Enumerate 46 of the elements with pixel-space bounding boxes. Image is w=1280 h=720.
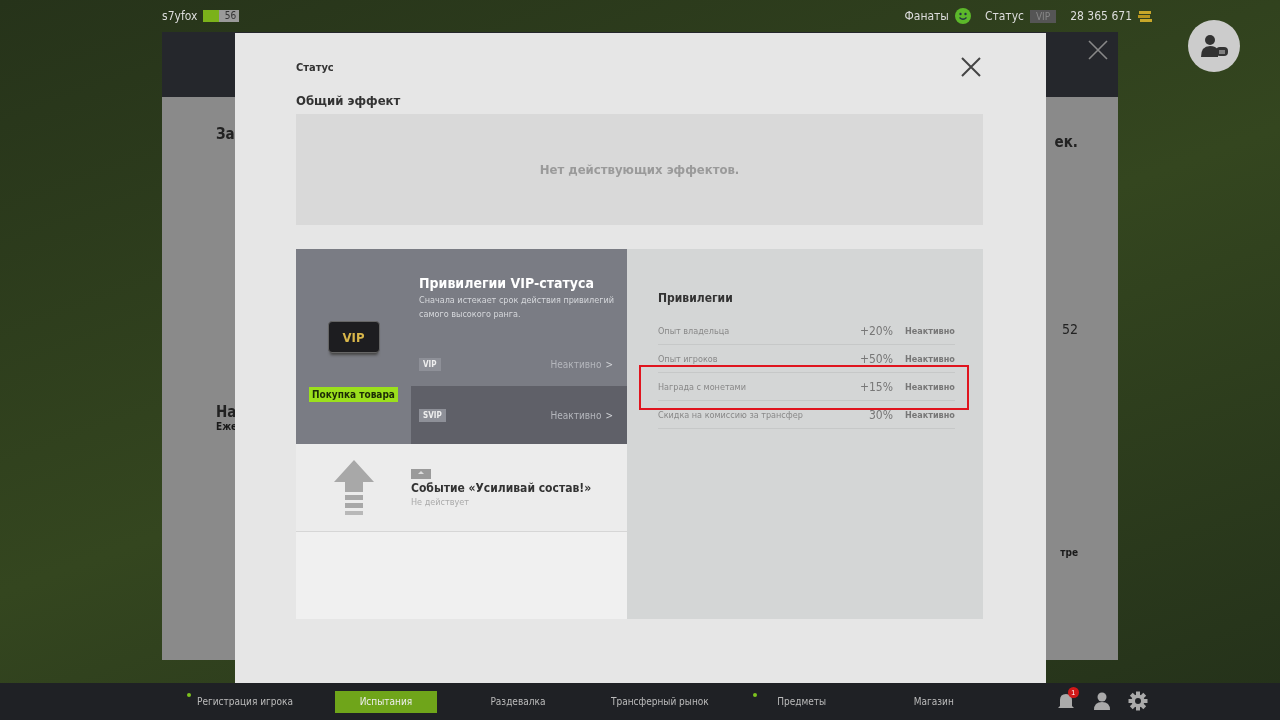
privilege-status: Неактивно <box>905 381 955 392</box>
coin-stack-icon <box>1138 10 1152 22</box>
text-fragment: тре <box>1060 547 1078 558</box>
arrow-tag-icon <box>411 468 431 479</box>
tier-row[interactable]: SVIP Неактивно > <box>411 386 627 444</box>
smiley-icon <box>954 8 971 24</box>
text-fragment: 52 <box>1061 321 1078 337</box>
privilege-value: +20% <box>859 323 893 338</box>
username: s7yfox <box>162 9 198 23</box>
person-chat-icon <box>1199 33 1229 59</box>
purchase-badge: Покупка товара <box>309 387 398 402</box>
privilege-name: Скидка на комиссию за трансфер <box>658 409 804 420</box>
nav-tab[interactable]: Трансферный рынок <box>598 690 721 713</box>
close-button[interactable] <box>1086 38 1110 62</box>
text-fragment: За <box>216 125 235 143</box>
empty-effects-message: Нет действующих эффектов. <box>296 114 983 225</box>
close-button[interactable] <box>959 55 983 79</box>
privilege-name: Награда с монетами <box>658 381 747 392</box>
privileges-title: Привилегии <box>658 291 734 305</box>
event-title: Событие «Усиливай состав!» <box>411 480 592 495</box>
privilege-status: Неактивно <box>905 353 955 364</box>
privilege-value: 30% <box>869 407 893 422</box>
privilege-name: Опыт игроков <box>658 353 719 364</box>
text-fragment: На <box>216 403 237 421</box>
vip-card-icon: VIP <box>327 321 380 353</box>
privilege-value: +15% <box>859 379 893 394</box>
vip-title: Привилегии VIP-статуса <box>419 275 595 291</box>
privilege-name: Опыт владельца <box>658 325 731 336</box>
nav-tab[interactable]: Раздевалка <box>466 690 569 713</box>
level-text: 56 <box>224 10 237 22</box>
coin-count: 28 365 671 <box>1070 9 1132 23</box>
vip-description: Сначала истекает срок действия привилегий самого высокого ранга. <box>419 294 616 321</box>
text-fragment: ек. <box>1054 133 1078 151</box>
fans-label: Фанаты <box>904 9 949 23</box>
privilege-value: +50% <box>859 351 893 366</box>
dialog-title: Статус <box>296 60 334 74</box>
section-title: Общий эффект <box>296 93 402 108</box>
privilege-status: Неактивно <box>905 409 955 420</box>
nav-tab[interactable]: Регистрация игрока <box>185 690 305 713</box>
status-label: Статус <box>984 9 1024 23</box>
up-arrow-icon <box>333 459 374 516</box>
chat-button[interactable] <box>1188 20 1240 72</box>
settings-button[interactable] <box>1126 690 1149 713</box>
nav-tab[interactable]: Предметы <box>750 690 853 713</box>
nav-tab[interactable]: Магазин <box>882 690 985 713</box>
privilege-status: Неактивно <box>905 325 955 336</box>
